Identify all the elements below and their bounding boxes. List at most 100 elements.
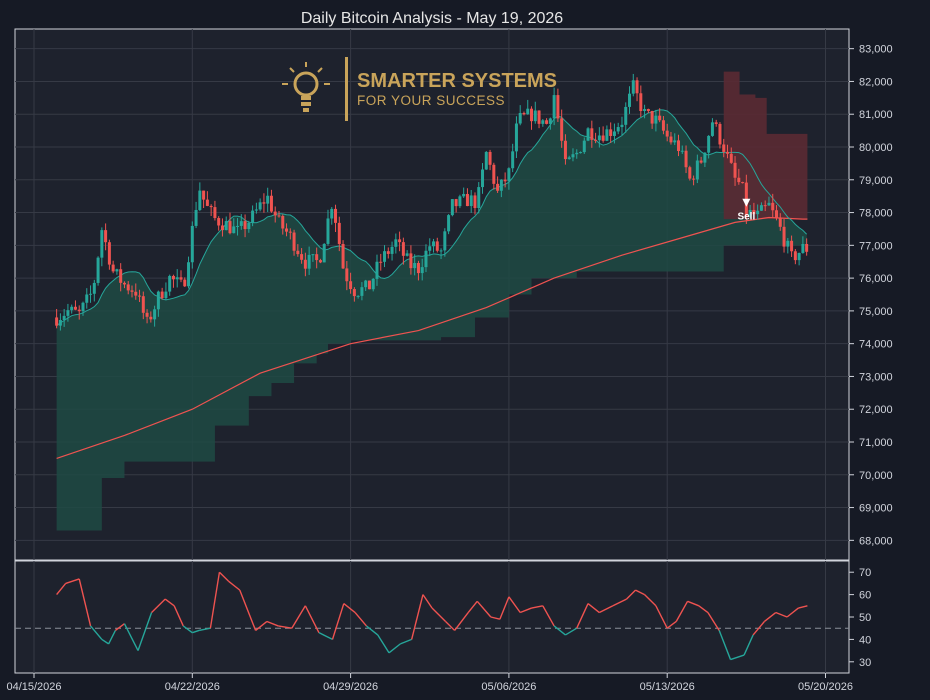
candle-body [409, 253, 413, 269]
candle-body [190, 225, 194, 263]
candle-body [281, 215, 285, 229]
candle-body [73, 306, 77, 310]
y-tick-label: 77,000 [859, 240, 893, 252]
candle-body [552, 95, 556, 119]
candle-body [775, 210, 779, 219]
candle-body [390, 246, 394, 254]
candle-body [628, 93, 632, 107]
candle-body [771, 202, 775, 211]
candle-body [303, 259, 307, 269]
candle-body [243, 221, 247, 230]
candle-body [277, 215, 281, 217]
candle-body [58, 320, 62, 326]
candle-body [590, 128, 594, 140]
candle-body [767, 202, 771, 206]
candle-body [597, 135, 601, 141]
candle [447, 214, 451, 235]
candle-body [100, 230, 104, 258]
x-tick-label: 04/22/2026 [165, 681, 220, 693]
chart-svg: Daily Bitcoin Analysis - May 19, 2026 Se… [6, 10, 893, 693]
candle-body [684, 150, 688, 168]
candle-body [699, 160, 703, 163]
candle-body [198, 190, 202, 210]
chart-title: Daily Bitcoin Analysis - May 19, 2026 [301, 10, 563, 27]
candle-body [522, 113, 526, 115]
candle-body [571, 154, 575, 158]
candle-body [352, 289, 356, 297]
candle-body [273, 211, 277, 216]
candle [322, 243, 326, 263]
candle-body [530, 108, 534, 122]
osc-y-tick-label: 50 [859, 612, 871, 624]
candle [341, 240, 345, 269]
candle-body [507, 168, 511, 182]
candle [688, 165, 692, 181]
candle [458, 194, 462, 209]
candle-body [582, 140, 586, 153]
candle-body [262, 202, 266, 204]
candle-body [722, 144, 726, 152]
candle-body [646, 109, 650, 112]
candle-body [77, 309, 81, 312]
candle-body [326, 218, 330, 244]
candle-body [115, 269, 119, 272]
candle-body [213, 207, 217, 219]
candle-body [560, 118, 564, 141]
candle-body [156, 291, 160, 310]
candle-body [371, 278, 375, 290]
candle-body [266, 195, 270, 204]
candle-body [643, 109, 647, 112]
candle-body [254, 209, 258, 211]
candle-body [801, 244, 805, 253]
candle-body [737, 177, 741, 183]
candle-body [710, 122, 714, 136]
candle-body [318, 260, 322, 263]
candle-body [661, 120, 665, 131]
candle-body [89, 293, 93, 295]
candle-body [247, 222, 251, 230]
candle-body [654, 115, 658, 124]
candle-body [673, 140, 677, 143]
y-tick-label: 76,000 [859, 273, 893, 285]
candle-body [488, 151, 492, 165]
candle-body [360, 287, 364, 296]
candle-body [688, 167, 692, 179]
candle-body [533, 110, 537, 122]
candle-body [175, 277, 179, 280]
candle-body [296, 250, 300, 255]
candle-body [563, 140, 567, 160]
candle-body [786, 240, 790, 247]
chart-stage: Daily Bitcoin Analysis - May 19, 2026 Se… [0, 0, 930, 700]
candle-body [469, 195, 473, 207]
candle-body [439, 250, 443, 252]
candle-body [484, 151, 488, 170]
candle-body [232, 226, 236, 234]
osc-y-tick-label: 60 [859, 590, 871, 602]
candle-body [141, 296, 145, 313]
candle-body [168, 275, 172, 292]
y-tick-label: 78,000 [859, 208, 893, 220]
candle-body [714, 122, 718, 124]
candle-body [450, 199, 454, 216]
candle-body [160, 291, 164, 299]
candle-body [435, 241, 439, 251]
candle-body [228, 221, 232, 234]
candle-body [300, 254, 304, 260]
y-tick-label: 83,000 [859, 44, 893, 56]
y-tick-label: 75,000 [859, 306, 893, 318]
candle-body [496, 183, 500, 191]
candle-body [367, 280, 371, 290]
candle-body [514, 123, 518, 152]
candle [586, 127, 590, 142]
candle-body [526, 108, 530, 115]
candle-body [194, 209, 198, 226]
y-tick-label: 80,000 [859, 142, 893, 154]
candle-body [793, 251, 797, 261]
candle-body [658, 115, 662, 121]
y-tick-label: 68,000 [859, 535, 893, 547]
candle [367, 280, 371, 290]
candle-body [251, 210, 255, 223]
candle-body [375, 261, 379, 279]
candle-body [345, 268, 349, 282]
candle-body [356, 295, 360, 297]
